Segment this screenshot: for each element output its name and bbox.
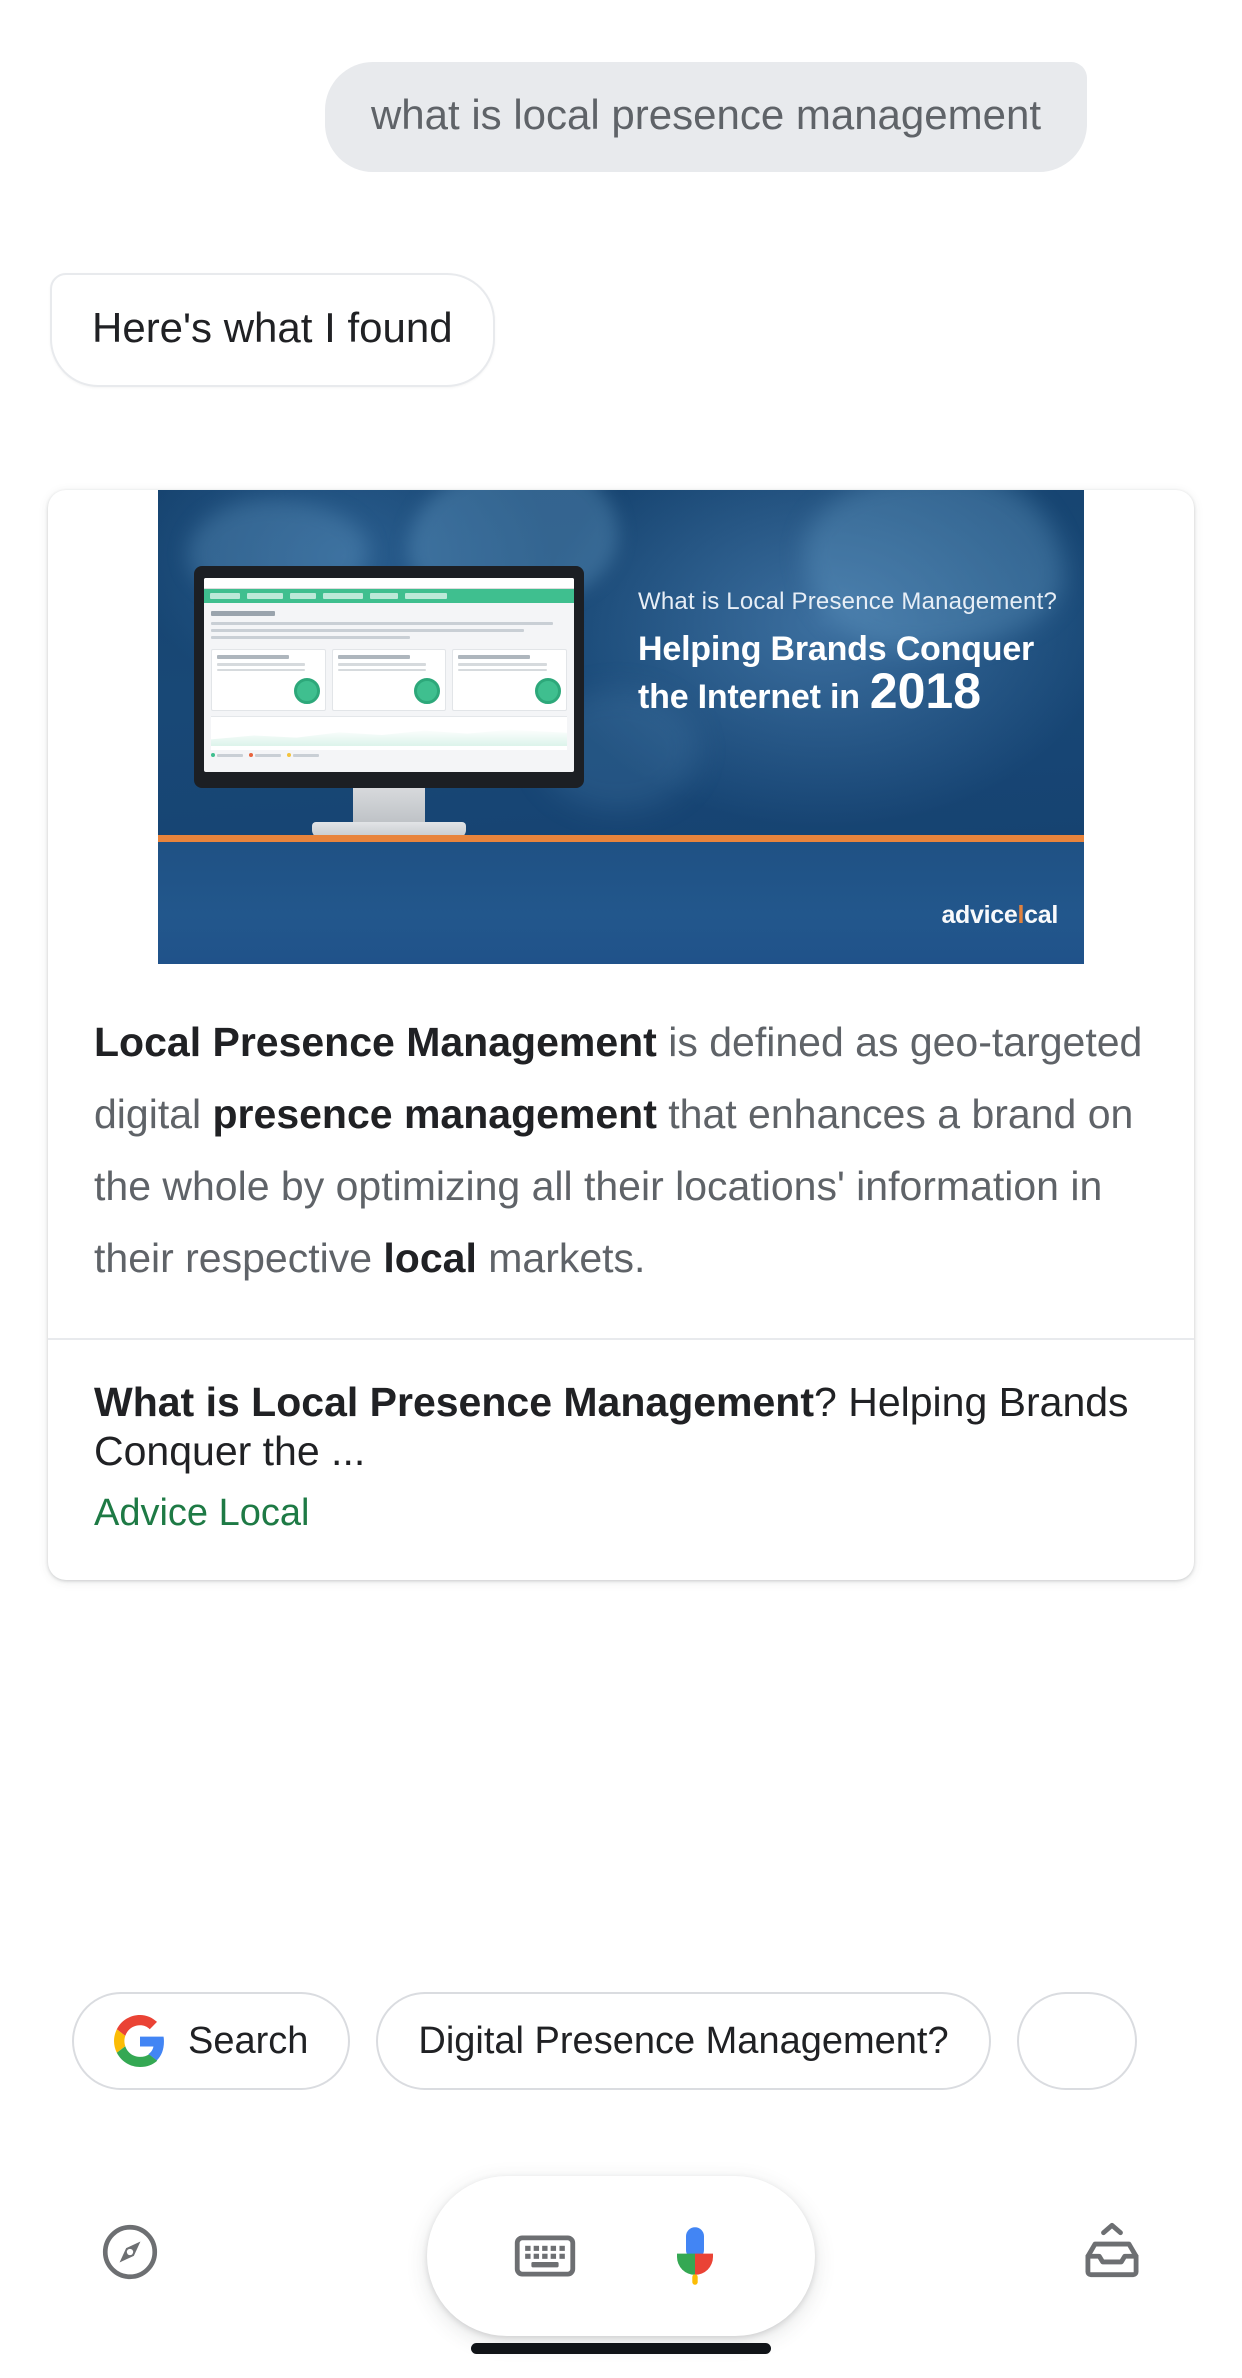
banner-eyebrow-text: What is Local Presence Management? (638, 588, 1058, 615)
assistant-reply-text: Here's what I found (92, 304, 453, 351)
chip-digital-presence[interactable]: Digital Presence Management? (376, 1992, 991, 2090)
assistant-reply-row: Here's what I found (50, 273, 495, 387)
card-source-block[interactable]: What is Local Presence Management? Helpi… (48, 1340, 1194, 1580)
card-answer-text: Local Presence Management is defined as … (48, 964, 1194, 1338)
chip-digital-presence-label: Digital Presence Management? (418, 2020, 949, 2062)
home-indicator (471, 2343, 771, 2354)
answer-keyword: presence management (212, 1091, 657, 1137)
banner-accent-rule (158, 835, 1084, 842)
banner-headline-line2: the Internet in (638, 678, 860, 716)
chip-search-label: Search (188, 2020, 309, 2062)
input-pill (427, 2176, 815, 2336)
chip-partial-next[interactable] (1016, 1992, 1137, 2090)
source-title: What is Local Presence Management? Helpi… (94, 1378, 1148, 1476)
explore-button[interactable] (92, 2214, 168, 2290)
answer-text-run: markets. (476, 1235, 646, 1281)
user-query-text: what is local presence management (370, 91, 1041, 138)
keyboard-button[interactable] (511, 2222, 579, 2290)
source-title-bold: What is Local Presence Management (94, 1379, 815, 1425)
google-g-icon (114, 2015, 164, 2067)
suggestion-chips: Search Digital Presence Management? (0, 1992, 1242, 2090)
google-mic-icon (677, 2227, 713, 2285)
logo-text-part1: advice (941, 901, 1018, 929)
advice-local-logo: advicelcal (941, 901, 1058, 930)
bottom-bar (0, 2148, 1242, 2378)
banner-year: 2018 (869, 663, 982, 719)
keyboard-icon (514, 2235, 576, 2277)
updates-button[interactable] (1074, 2214, 1150, 2290)
user-query-row: what is local presence management (0, 62, 1242, 172)
assistant-screen: what is local presence management Here's… (0, 0, 1242, 2378)
logo-text-part2: cal (1024, 901, 1058, 929)
answer-keyword: local (383, 1235, 477, 1281)
inbox-updates-icon (1085, 2222, 1139, 2278)
chip-search[interactable]: Search (72, 1992, 351, 2090)
answer-keyword: Local Presence Management (94, 1019, 657, 1065)
assistant-reply-bubble: Here's what I found (50, 273, 495, 387)
source-site-name[interactable]: Advice Local (94, 1490, 1148, 1536)
banner-copy: What is Local Presence Management? Helpi… (638, 588, 1058, 718)
knowledge-card[interactable]: What is Local Presence Management? Helpi… (48, 490, 1194, 1580)
banner-monitor-illustration (194, 566, 584, 838)
compass-icon (102, 2224, 158, 2280)
user-query-bubble[interactable]: what is local presence management (324, 62, 1087, 172)
voice-button[interactable] (659, 2220, 731, 2292)
card-banner-image: What is Local Presence Management? Helpi… (158, 490, 1084, 964)
